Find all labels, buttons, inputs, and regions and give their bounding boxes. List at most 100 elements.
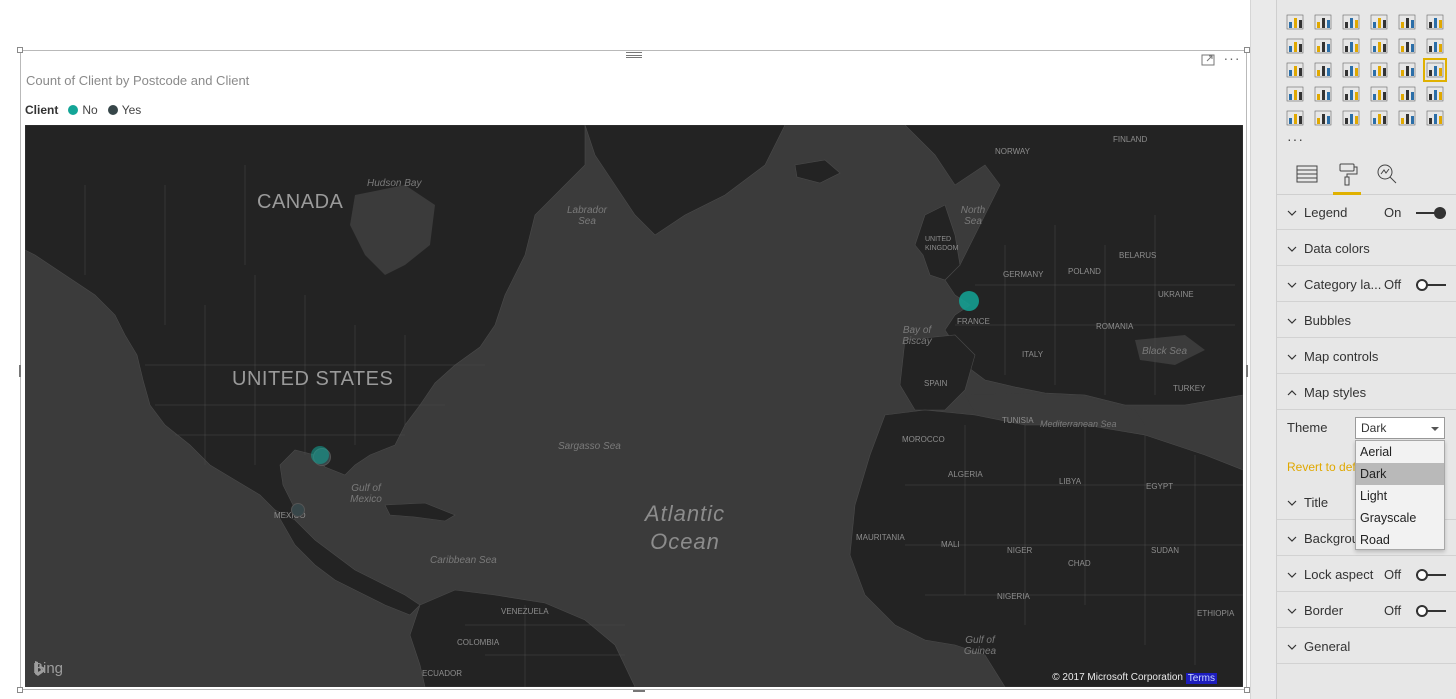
resize-handle-bl[interactable] (17, 687, 23, 693)
land-africa (849, 409, 1243, 687)
area-chart-icon[interactable] (1313, 36, 1333, 56)
revert-to-default-link[interactable]: Revert to def (1287, 460, 1356, 474)
label-france: FRANCE (957, 317, 990, 326)
multi-row-card-icon[interactable] (1425, 84, 1445, 104)
visualizations-pane: ··· Legend On Data colors Category la... Off… (1276, 0, 1456, 699)
map-copyright: © 2017 Microsoft Corporation (1052, 672, 1183, 683)
r-visual-icon[interactable] (1397, 108, 1417, 128)
theme-option-aerial[interactable]: Aerial (1356, 441, 1444, 463)
legend-item-no[interactable]: No (68, 103, 98, 117)
legend-item-yes[interactable]: Yes (107, 103, 141, 117)
powerbi-window: Count of Client by Postcode and Client ·… (0, 0, 1456, 699)
label-colombia: COLOMBIA (457, 638, 500, 647)
toggle-switch[interactable] (1416, 207, 1446, 219)
clustered-column-icon[interactable] (1369, 12, 1389, 32)
slicer-icon[interactable] (1313, 108, 1333, 128)
label-united-states: UNITED STATES (232, 368, 394, 390)
theme-option-grayscale[interactable]: Grayscale (1356, 507, 1444, 529)
section-bubbles[interactable]: Bubbles (1277, 303, 1456, 338)
label-ukraine: UKRAINE (1158, 290, 1194, 299)
resize-handle-tl[interactable] (17, 47, 23, 53)
map-terms-link[interactable]: Terms (1185, 673, 1217, 684)
resize-grip-left[interactable] (19, 365, 21, 377)
section-label: Bubbles (1304, 313, 1351, 328)
section-map-controls[interactable]: Map controls (1277, 339, 1456, 374)
label-mauritania: MAURITANIA (856, 533, 905, 542)
label-sudan: SUDAN (1151, 546, 1180, 555)
resize-grip-right[interactable] (1246, 365, 1248, 377)
shape-map-icon[interactable] (1313, 84, 1333, 104)
focus-mode-icon[interactable] (1200, 52, 1216, 68)
chevron-down-icon (1286, 604, 1298, 616)
analytics-tab[interactable] (1373, 161, 1401, 191)
section-general[interactable]: General (1277, 629, 1456, 664)
kpi-icon[interactable] (1285, 108, 1305, 128)
section-border[interactable]: Border Off (1277, 593, 1456, 628)
line-stacked-column-icon[interactable] (1397, 36, 1417, 56)
scatter-icon[interactable] (1313, 60, 1333, 80)
theme-option-light[interactable]: Light (1356, 485, 1444, 507)
theme-option-dark[interactable]: Dark (1356, 463, 1444, 485)
waterfall-icon[interactable] (1285, 60, 1305, 80)
fields-tab[interactable] (1293, 161, 1321, 191)
dropdown-arrow-icon (1431, 427, 1439, 431)
pane-tabs (1277, 157, 1456, 195)
label-mediterranean: Mediterranean Sea (1040, 419, 1117, 429)
bubble-mexico-yes[interactable] (291, 503, 305, 517)
pie-icon[interactable] (1341, 60, 1361, 80)
label-chad: CHAD (1068, 559, 1091, 568)
bubble-texas-no[interactable] (311, 446, 329, 464)
label-egypt: EGYPT (1146, 482, 1174, 491)
format-tab[interactable] (1333, 161, 1361, 195)
toggle-switch[interactable] (1416, 605, 1446, 617)
line-chart-icon[interactable] (1285, 36, 1305, 56)
section-data-colors[interactable]: Data colors (1277, 231, 1456, 266)
theme-option-road[interactable]: Road (1356, 529, 1444, 551)
clustered-bar-icon[interactable] (1341, 12, 1361, 32)
toggle-switch[interactable] (1416, 279, 1446, 291)
canvas-scroll-area[interactable] (1250, 0, 1276, 699)
line-clustered-column-icon[interactable] (1369, 36, 1389, 56)
globe-icon[interactable] (1425, 108, 1445, 128)
more-visuals-icon[interactable]: ··· (1287, 131, 1304, 147)
stacked-bar-icon[interactable] (1285, 12, 1305, 32)
bubble-france-no[interactable] (959, 291, 979, 311)
map-legend: Client No Yes (25, 103, 147, 117)
toggle-switch[interactable] (1416, 569, 1446, 581)
map-visual[interactable]: Count of Client by Postcode and Client ·… (17, 47, 1250, 693)
donut-icon[interactable] (1369, 60, 1389, 80)
funnel-icon[interactable] (1341, 84, 1361, 104)
land-central-america (274, 509, 421, 616)
toggle-knob (1416, 569, 1428, 581)
legend-dot-yes (107, 105, 118, 115)
section-label: General (1304, 639, 1351, 654)
theme-dropdown[interactable]: Dark (1355, 417, 1445, 439)
resize-grip-bottom[interactable] (633, 690, 645, 692)
stacked-area-icon[interactable] (1341, 36, 1361, 56)
matrix-icon[interactable] (1369, 108, 1389, 128)
map-icon[interactable] (1423, 58, 1447, 82)
table-icon[interactable] (1341, 108, 1361, 128)
label-finland: FINLAND (1113, 135, 1148, 144)
toggle-state-label: On (1384, 205, 1402, 220)
section-label: Legend (1304, 205, 1348, 220)
card-icon[interactable] (1397, 84, 1417, 104)
ribbon-chart-icon[interactable] (1425, 36, 1445, 56)
filled-map-icon[interactable] (1285, 84, 1305, 104)
label-caribbean: Caribbean Sea (430, 555, 497, 566)
drag-grip-top[interactable] (626, 52, 642, 58)
map-land-layer (25, 125, 1243, 687)
label-morocco: MOROCCO (902, 435, 945, 444)
section-lock-aspect[interactable]: Lock aspect Off (1277, 557, 1456, 592)
section-map-styles[interactable]: Map styles (1277, 375, 1456, 410)
treemap-icon[interactable] (1397, 60, 1417, 80)
100-stacked-bar-icon[interactable] (1397, 12, 1417, 32)
section-legend[interactable]: Legend On (1277, 195, 1456, 230)
section-category-la[interactable]: Category la... Off (1277, 267, 1456, 302)
stacked-column-icon[interactable] (1313, 12, 1333, 32)
bing-map[interactable]: CANADA UNITED STATES MEXICO Hudson Bay L… (25, 125, 1243, 687)
100-stacked-column-icon[interactable] (1425, 12, 1445, 32)
more-options-icon[interactable]: ··· (1222, 50, 1242, 66)
gauge-icon[interactable] (1369, 84, 1389, 104)
format-paint-icon (1339, 163, 1358, 186)
